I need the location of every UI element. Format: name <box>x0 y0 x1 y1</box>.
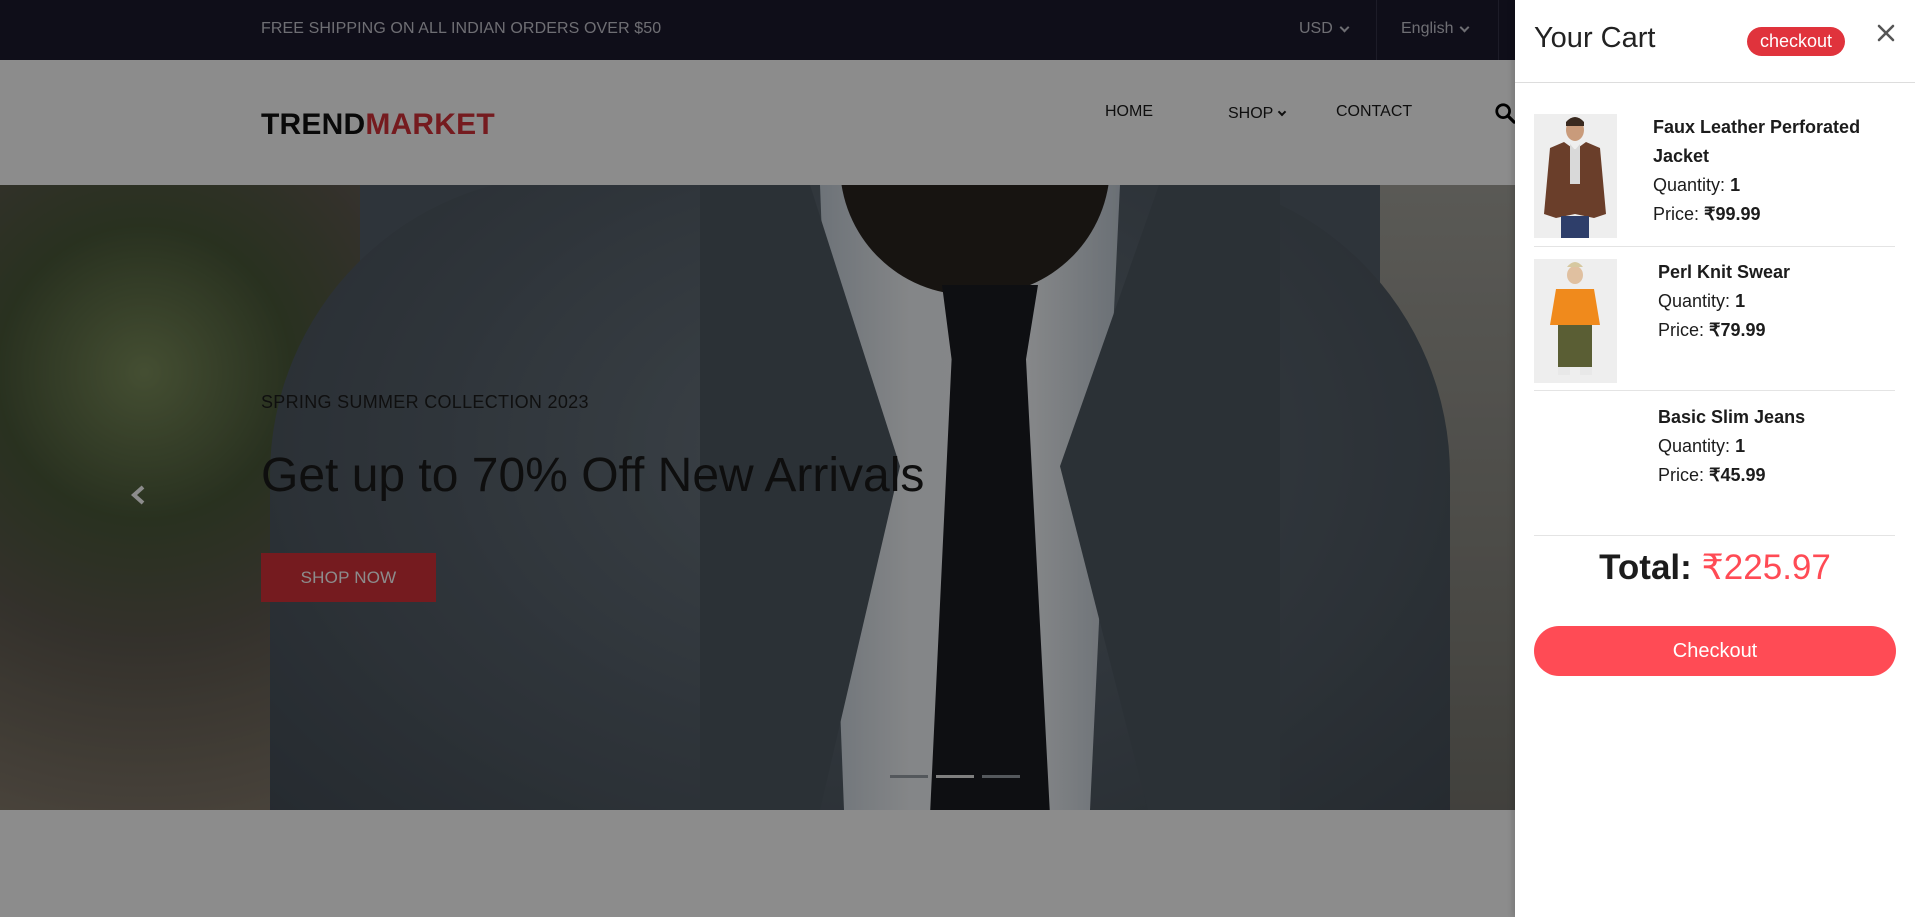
product-image-jacket <box>1534 114 1617 238</box>
cart-drawer: Your Cart checkout Faux Leather Perforat… <box>1515 0 1915 917</box>
price-label: Price: <box>1653 204 1700 224</box>
cart-item-price: ₹45.99 <box>1709 465 1766 485</box>
cart-item-price: ₹99.99 <box>1704 204 1761 224</box>
price-label: Price: <box>1658 465 1705 485</box>
cart-item-name[interactable]: Perl Knit Swear <box>1658 258 1895 287</box>
checkout-button[interactable]: Checkout <box>1534 626 1896 676</box>
checkout-pill-button[interactable]: checkout <box>1747 27 1846 56</box>
cart-item-quantity: 1 <box>1735 436 1746 456</box>
close-icon[interactable] <box>1875 22 1897 44</box>
cart-total-divider <box>1534 535 1895 536</box>
total-amount: ₹225.97 <box>1701 548 1831 587</box>
cart-item-name[interactable]: Faux Leather Perforated Jacket <box>1653 113 1895 171</box>
price-label: Price: <box>1658 320 1705 340</box>
modal-backdrop[interactable] <box>0 0 1515 917</box>
product-image-sweater <box>1534 259 1617 383</box>
cart-item-divider <box>1534 246 1895 247</box>
quantity-label: Quantity: <box>1658 436 1731 456</box>
cart-item-quantity: 1 <box>1735 291 1746 311</box>
product-thumbnail[interactable] <box>1534 114 1617 238</box>
quantity-label: Quantity: <box>1658 291 1731 311</box>
quantity-label: Quantity: <box>1653 175 1726 195</box>
total-label: Total: <box>1599 548 1692 587</box>
cart-total: Total: ₹225.97 <box>1515 548 1915 588</box>
cart-item-quantity: 1 <box>1730 175 1741 195</box>
cart-item-divider <box>1534 390 1895 391</box>
cart-item-name[interactable]: Basic Slim Jeans <box>1658 403 1895 432</box>
cart-item-price: ₹79.99 <box>1709 320 1766 340</box>
cart-header: Your Cart checkout <box>1515 0 1915 83</box>
product-thumbnail[interactable] <box>1534 259 1617 383</box>
cart-title: Your Cart <box>1534 22 1656 54</box>
